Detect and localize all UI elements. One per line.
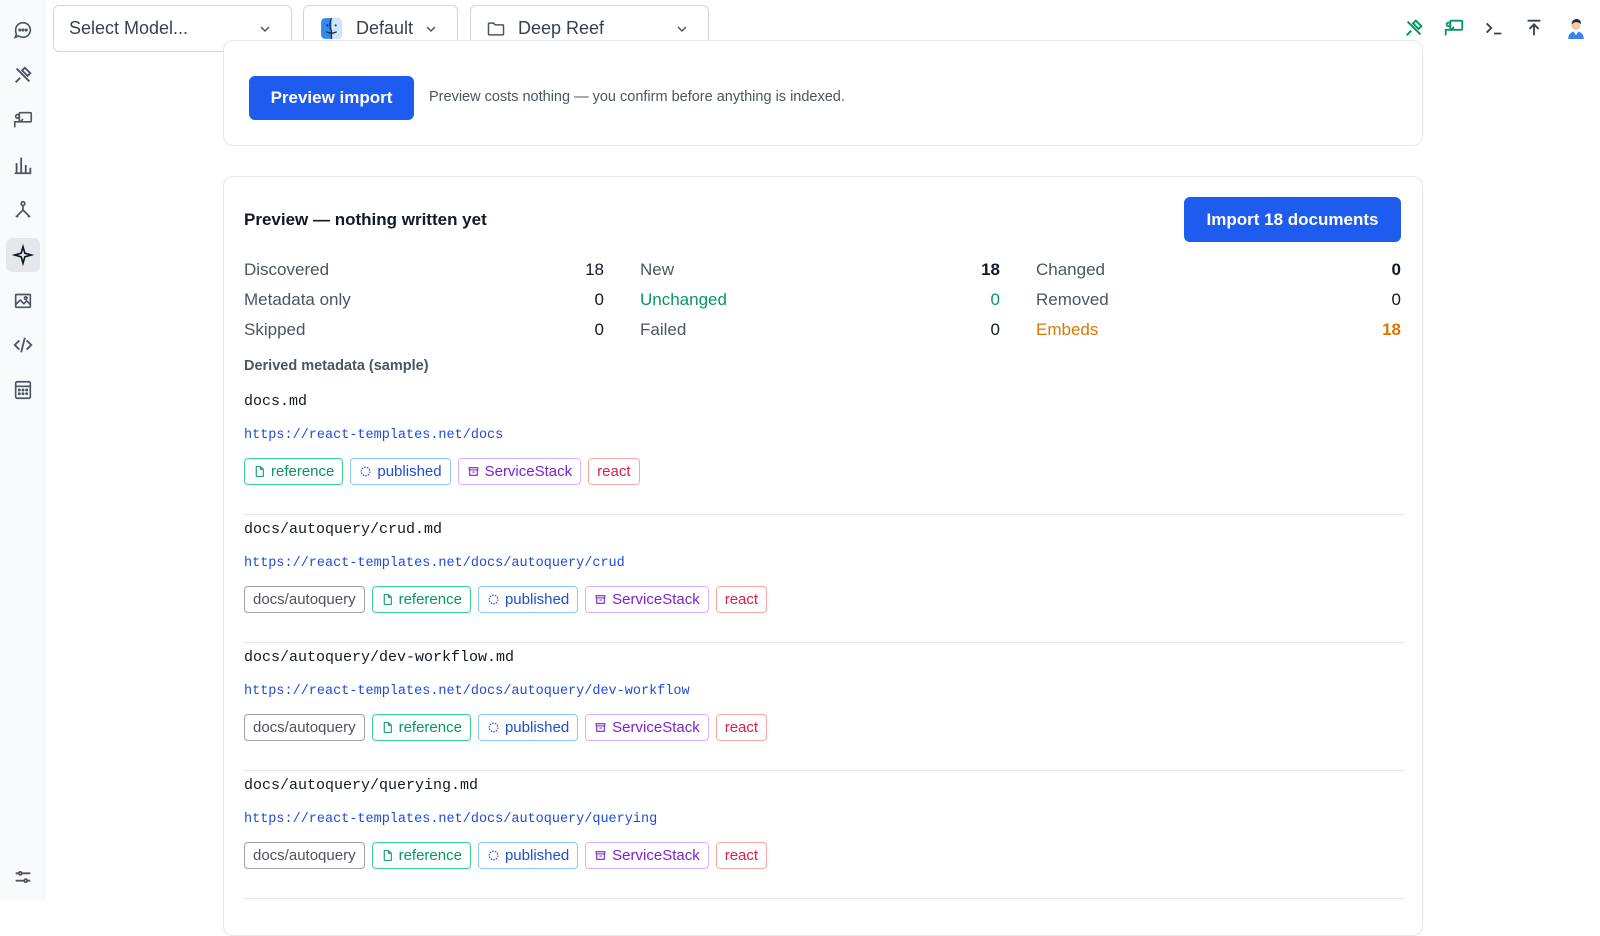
status-dashed-circle-icon <box>488 850 499 861</box>
tools-icon[interactable] <box>1401 15 1427 41</box>
tag-doctype: reference <box>371 714 471 741</box>
archive-icon <box>468 467 478 476</box>
document-icon <box>383 722 392 733</box>
stat-value-removed: 0 <box>1391 290 1401 309</box>
tag-category: docs/autoquery <box>244 714 365 741</box>
presentation-icon[interactable] <box>6 103 40 137</box>
list-item: docs/autoquery/crud.md https://react-tem… <box>244 515 1404 643</box>
tag-status: published <box>350 458 451 485</box>
document-icon <box>383 594 392 605</box>
tag-product: ServiceStack <box>457 458 582 485</box>
tag-product: ServiceStack <box>585 842 709 869</box>
analytics-icon[interactable] <box>6 148 40 182</box>
document-icon <box>255 466 264 477</box>
chevron-down-icon <box>426 26 436 33</box>
doc-tags: docs/autoquery reference published Servi… <box>244 714 768 741</box>
doc-url[interactable]: https://react-templates.net/docs <box>244 428 503 443</box>
doc-tags: reference published ServiceStack react <box>244 458 640 485</box>
upload-icon[interactable] <box>1521 15 1547 41</box>
import-documents-button[interactable]: Import 18 documents <box>1184 197 1401 242</box>
project-select-value: Deep Reef <box>518 18 605 38</box>
preview-hint: Preview costs nothing — you confirm befo… <box>429 89 845 105</box>
stat-label-new: New <box>640 260 675 279</box>
list-item: docs/autoquery/querying.md https://react… <box>244 771 1404 899</box>
status-dashed-circle-icon <box>361 466 371 477</box>
preview-import-button[interactable]: Preview import <box>249 76 414 120</box>
stat-value-metadata-only: 0 <box>594 290 604 309</box>
list-item: docs/autoquery/dev-workflow.md https://r… <box>244 643 1404 771</box>
gallery-icon[interactable] <box>6 283 40 317</box>
sidebar <box>0 0 45 900</box>
tag-keyword: react <box>715 586 768 613</box>
document-icon <box>383 850 392 861</box>
terminal-icon[interactable] <box>1481 15 1507 41</box>
stat-label-skipped: Skipped <box>244 320 306 339</box>
stat-label-discovered: Discovered <box>244 260 330 279</box>
stat-label-unchanged: Unchanged <box>640 290 727 309</box>
chevron-down-icon <box>677 26 687 33</box>
tag-doctype: reference <box>244 458 344 485</box>
stat-value-unchanged: 0 <box>990 290 1000 309</box>
stat-value-embeds: 18 <box>1382 320 1401 339</box>
tag-keyword: react <box>715 842 768 869</box>
preview-card: Preview — nothing written yet Import 18 … <box>223 176 1423 936</box>
tag-status: published <box>477 714 579 741</box>
tag-product: ServiceStack <box>585 714 709 741</box>
tag-product: ServiceStack <box>585 586 709 613</box>
tag-category: docs/autoquery <box>244 586 365 613</box>
doc-url[interactable]: https://react-templates.net/docs/autoque… <box>244 556 625 571</box>
calculator-icon[interactable] <box>6 373 40 407</box>
chevron-down-icon <box>260 26 270 33</box>
doc-path: docs/autoquery/dev-workflow.md <box>244 649 515 666</box>
profile-select-value: Default <box>356 18 414 38</box>
archive-icon <box>595 723 606 732</box>
stat-label-metadata-only: Metadata only <box>244 290 351 309</box>
stat-value-skipped: 0 <box>594 320 604 339</box>
doc-url[interactable]: https://react-templates.net/docs/autoque… <box>244 812 657 827</box>
tools-icon[interactable] <box>6 58 40 92</box>
tag-doctype: reference <box>371 842 471 869</box>
tag-status: published <box>477 586 579 613</box>
pipeline-icon[interactable] <box>6 193 40 227</box>
stat-label-changed: Changed <box>1036 260 1106 279</box>
tag-doctype: reference <box>371 586 471 613</box>
presentation-icon[interactable] <box>1441 15 1467 41</box>
archive-icon <box>595 851 606 860</box>
folder-icon <box>486 19 506 39</box>
archive-icon <box>595 595 606 604</box>
code-icon[interactable] <box>6 328 40 362</box>
tag-keyword: react <box>588 458 640 485</box>
doc-tags: docs/autoquery reference published Servi… <box>244 842 768 869</box>
settings-sliders-icon[interactable] <box>6 860 40 894</box>
stat-label-removed: Removed <box>1036 290 1109 309</box>
doc-tags: docs/autoquery reference published Servi… <box>244 586 768 613</box>
stat-value-changed: 0 <box>1391 260 1401 279</box>
finder-icon <box>319 16 344 41</box>
doc-path: docs/autoquery/crud.md <box>244 521 443 538</box>
doc-url[interactable]: https://react-templates.net/docs/autoque… <box>244 684 690 699</box>
avatar[interactable] <box>1560 11 1592 45</box>
list-item: docs.md https://react-templates.net/docs… <box>244 387 1404 515</box>
stat-value-discovered: 18 <box>585 260 604 279</box>
stat-value-failed: 0 <box>990 320 1000 339</box>
model-select-value: Select Model... <box>69 18 189 38</box>
stat-label-failed: Failed <box>640 320 687 339</box>
preview-title: Preview — nothing written yet <box>244 210 487 229</box>
doc-path: docs.md <box>244 393 308 410</box>
tag-category: docs/autoquery <box>244 842 365 869</box>
status-dashed-circle-icon <box>488 594 499 605</box>
status-dashed-circle-icon <box>488 722 499 733</box>
stat-label-embeds: Embeds <box>1036 320 1099 339</box>
tag-status: published <box>477 842 579 869</box>
tag-keyword: react <box>715 714 768 741</box>
chat-icon[interactable] <box>6 13 40 47</box>
derived-metadata-heading: Derived metadata (sample) <box>244 358 429 374</box>
stat-value-new: 18 <box>981 260 1000 279</box>
import-card: Preview import Preview costs nothing — y… <box>223 40 1423 146</box>
sparkle-icon[interactable] <box>6 238 40 272</box>
doc-path: docs/autoquery/querying.md <box>244 777 479 794</box>
